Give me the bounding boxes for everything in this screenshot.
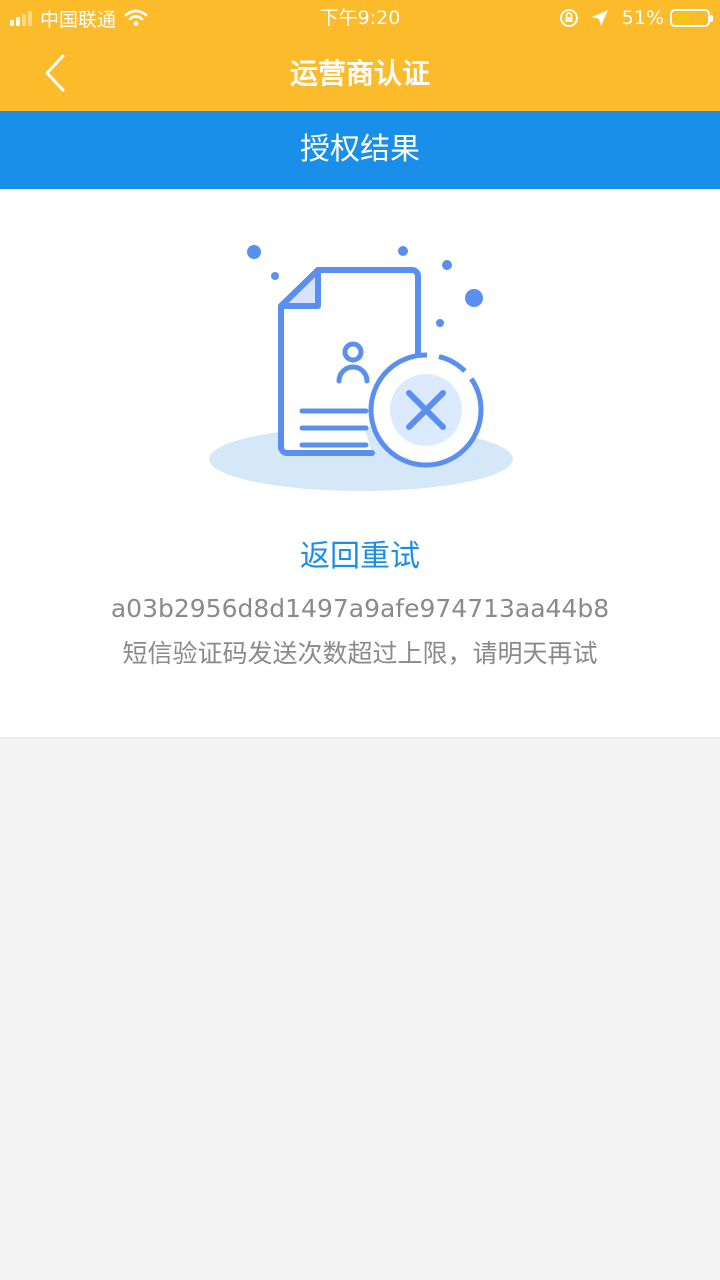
nav-bar: 运营商认证 <box>0 36 720 111</box>
battery-fill <box>674 13 690 23</box>
result-card: 返回重试 a03b2956d8d1497a9afe974713aa44b8 短信… <box>0 189 720 738</box>
chevron-left-icon <box>45 54 65 92</box>
battery-icon <box>670 9 713 27</box>
document-error-icon <box>209 245 513 491</box>
error-code: a03b2956d8d1497a9afe974713aa44b8 <box>110 594 610 623</box>
orientation-lock-icon <box>559 9 578 27</box>
battery-percent: 51% <box>621 7 664 29</box>
location-arrow-icon <box>591 10 608 26</box>
back-button[interactable] <box>30 48 80 98</box>
page-title: 运营商认证 <box>289 57 430 90</box>
status-right: 51% <box>558 6 713 30</box>
error-message: 短信验证码发送次数超过上限，请明天再试 <box>122 639 598 668</box>
status-bar: 中国联通 下午9:20 51% <box>0 0 720 36</box>
section-header: 授权结果 <box>0 111 720 189</box>
retry-button[interactable]: 返回重试 <box>0 535 720 579</box>
